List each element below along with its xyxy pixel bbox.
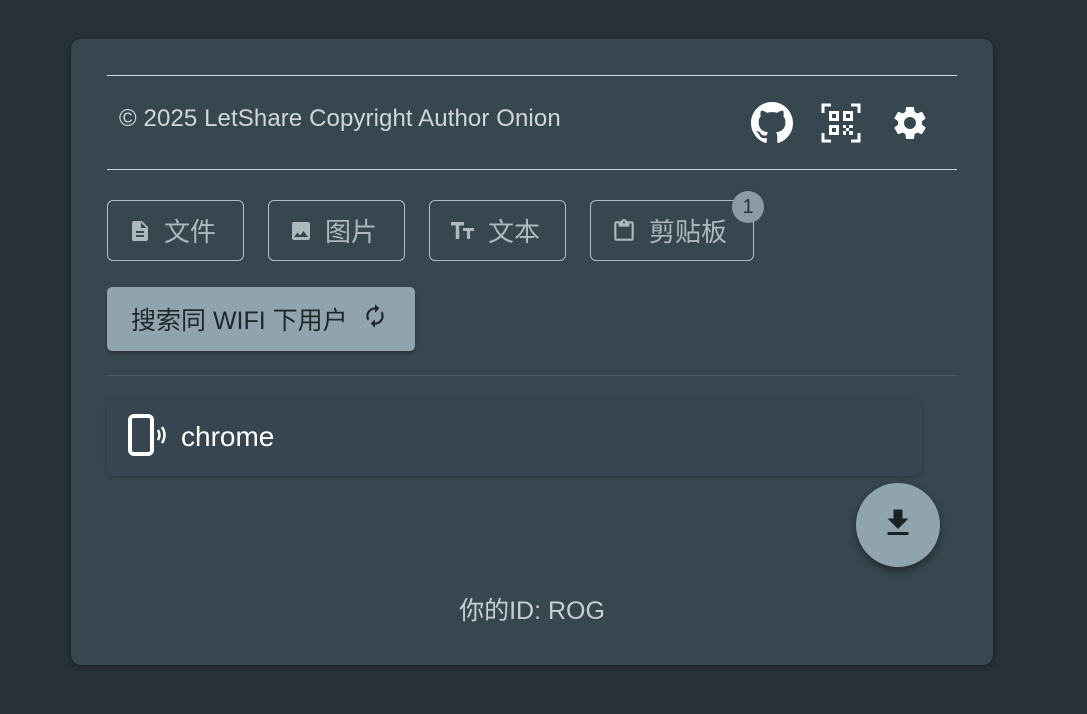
tab-file[interactable]: 文件 — [107, 200, 244, 261]
my-id-text: 你的ID: ROG — [459, 597, 605, 625]
tab-clipboard[interactable]: 剪贴板 1 — [590, 191, 764, 261]
qr-code-icon[interactable] — [819, 101, 863, 145]
tab-file-label: 文件 — [164, 217, 217, 247]
image-icon — [289, 219, 313, 243]
clipboard-count-badge: 1 — [732, 191, 764, 223]
clipboard-icon — [611, 217, 637, 245]
download-icon — [880, 505, 916, 546]
tab-image[interactable]: 图片 — [268, 200, 405, 261]
search-button-label: 搜索同 WIFI 下用户 — [131, 307, 348, 335]
text-icon — [450, 219, 476, 243]
github-icon[interactable] — [750, 101, 794, 145]
header-divider — [107, 169, 957, 170]
file-icon — [128, 218, 152, 244]
tab-image-label: 图片 — [325, 217, 378, 247]
tab-text-label: 文本 — [488, 217, 541, 247]
refresh-icon — [362, 303, 388, 336]
tab-text[interactable]: 文本 — [429, 200, 566, 261]
top-divider — [107, 75, 957, 76]
copyright-text: © 2025 LetShare Copyright Author Onion — [119, 105, 561, 132]
phone-broadcast-icon — [127, 413, 167, 461]
search-wifi-users-button[interactable]: 搜索同 WIFI 下用户 — [107, 287, 415, 351]
gear-icon[interactable] — [888, 101, 932, 145]
device-name: chrome — [181, 421, 275, 452]
list-divider — [107, 375, 957, 376]
main-card: © 2025 LetShare Copyright Author Onion 文… — [71, 39, 993, 665]
tab-clipboard-label: 剪贴板 — [649, 217, 728, 247]
download-button[interactable] — [856, 483, 940, 567]
device-item-chrome[interactable]: chrome — [107, 398, 922, 476]
